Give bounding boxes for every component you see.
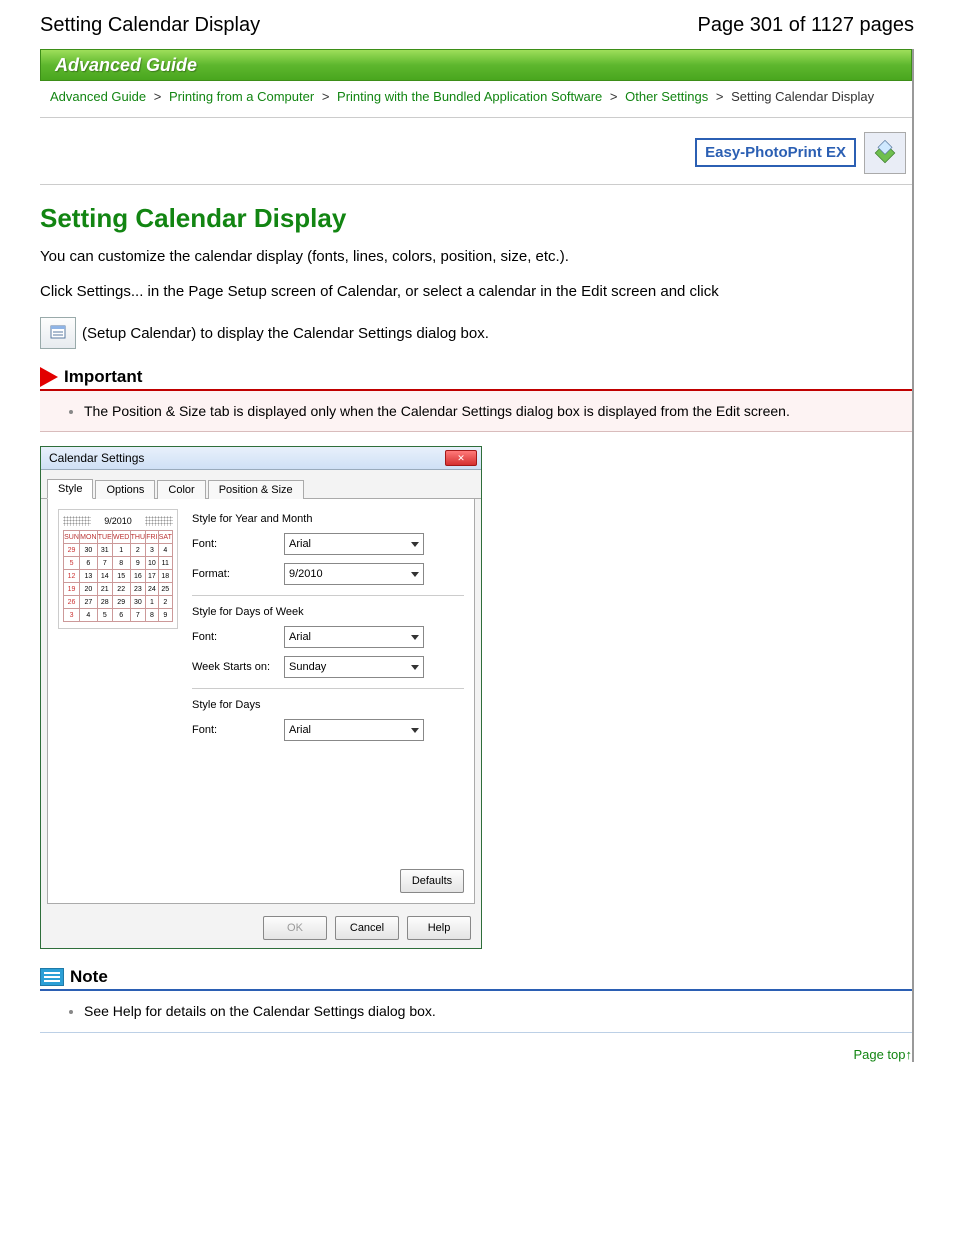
instruction-line-2: (Setup Calendar) to display the Calendar… [82,325,489,342]
product-badge: Easy-PhotoPrint EX [695,138,856,167]
chevron-down-icon [411,635,419,640]
preview-decor-left [63,516,91,526]
page-top-link[interactable]: Page top [853,1047,905,1062]
cal-head: THU [130,531,146,544]
important-body: The Position & Size tab is displayed onl… [40,391,912,432]
cal-head: SUN [64,531,80,544]
tab-style[interactable]: Style [47,479,93,499]
ym-font-select[interactable]: Arial [284,533,424,555]
ok-button[interactable]: OK [263,916,327,940]
cancel-button[interactable]: Cancel [335,916,399,940]
calendar-settings-dialog: Calendar Settings ✕ Style Options Color … [40,446,482,949]
defaults-button[interactable]: Defaults [400,869,464,893]
important-flag-icon [40,367,58,387]
chevron-down-icon [411,665,419,670]
dialog-close-button[interactable]: ✕ [445,450,477,466]
chevron-down-icon [411,572,419,577]
cal-head: WED [112,531,130,544]
cal-head: FRI [146,531,158,544]
note-body: See Help for details on the Calendar Set… [40,991,912,1032]
crumb-advanced-guide[interactable]: Advanced Guide [50,89,146,104]
preview-calendar-grid: SUN MON TUE WED THU FRI SAT 2930311234 5… [63,530,173,622]
calendar-preview: 9/2010 SUN MON TUE WED THU FRI S [58,509,178,893]
important-header: Important [40,367,912,391]
dialog-tabs: Style Options Color Position & Size [41,474,481,499]
important-text: The Position & Size tab is displayed onl… [84,401,896,421]
crumb-sep: > [610,89,618,104]
cal-head: SAT [158,531,172,544]
crumb-other-settings[interactable]: Other Settings [625,89,708,104]
tab-position-size[interactable]: Position & Size [208,480,304,499]
tab-options[interactable]: Options [95,480,155,499]
preview-decor-right [145,516,173,526]
days-font-select[interactable]: Arial [284,719,424,741]
breadcrumb: Advanced Guide > Printing from a Compute… [40,81,912,118]
guide-band: Advanced Guide [40,49,912,81]
note-header: Note [40,967,912,991]
crumb-current: Setting Calendar Display [731,89,874,104]
divider [192,688,464,689]
crumb-sep: > [322,89,330,104]
help-button[interactable]: Help [407,916,471,940]
crumb-sep: > [716,89,724,104]
divider [192,595,464,596]
intro-text: You can customize the calendar display (… [40,246,912,268]
dow-font-label: Font: [192,631,284,643]
instruction-line-1: Click Settings... in the Page Setup scre… [40,281,912,303]
cal-head: TUE [97,531,112,544]
setup-calendar-icon [40,317,76,349]
cal-head: MON [80,531,98,544]
chevron-down-icon [411,542,419,547]
up-arrow-icon: ↑ [906,1047,913,1062]
ym-format-label: Format: [192,568,284,580]
page-indicator: Page 301 of 1127 pages [698,14,914,37]
dialog-title: Calendar Settings [49,451,144,465]
photo-stack-icon [864,132,906,174]
chevron-down-icon [411,728,419,733]
crumb-printing-computer[interactable]: Printing from a Computer [169,89,314,104]
tab-color[interactable]: Color [157,480,205,499]
preview-month-label: 9/2010 [104,516,132,526]
days-font-label: Font: [192,724,284,736]
dow-font-select[interactable]: Arial [284,626,424,648]
guide-band-label: Advanced Guide [55,55,197,76]
note-label: Note [70,967,108,987]
group-days-of-week-label: Style for Days of Week [192,606,464,618]
doc-title: Setting Calendar Display [40,14,260,37]
dow-week-starts-label: Week Starts on: [192,661,284,673]
group-days-label: Style for Days [192,699,464,711]
note-text: See Help for details on the Calendar Set… [84,1001,896,1021]
dow-week-starts-select[interactable]: Sunday [284,656,424,678]
page-title: Setting Calendar Display [40,203,912,234]
ym-font-label: Font: [192,538,284,550]
crumb-sep: > [154,89,162,104]
important-label: Important [64,367,142,387]
ym-format-select[interactable]: 9/2010 [284,563,424,585]
crumb-bundled-app[interactable]: Printing with the Bundled Application So… [337,89,602,104]
group-year-month-label: Style for Year and Month [192,513,464,525]
note-icon [40,968,64,986]
